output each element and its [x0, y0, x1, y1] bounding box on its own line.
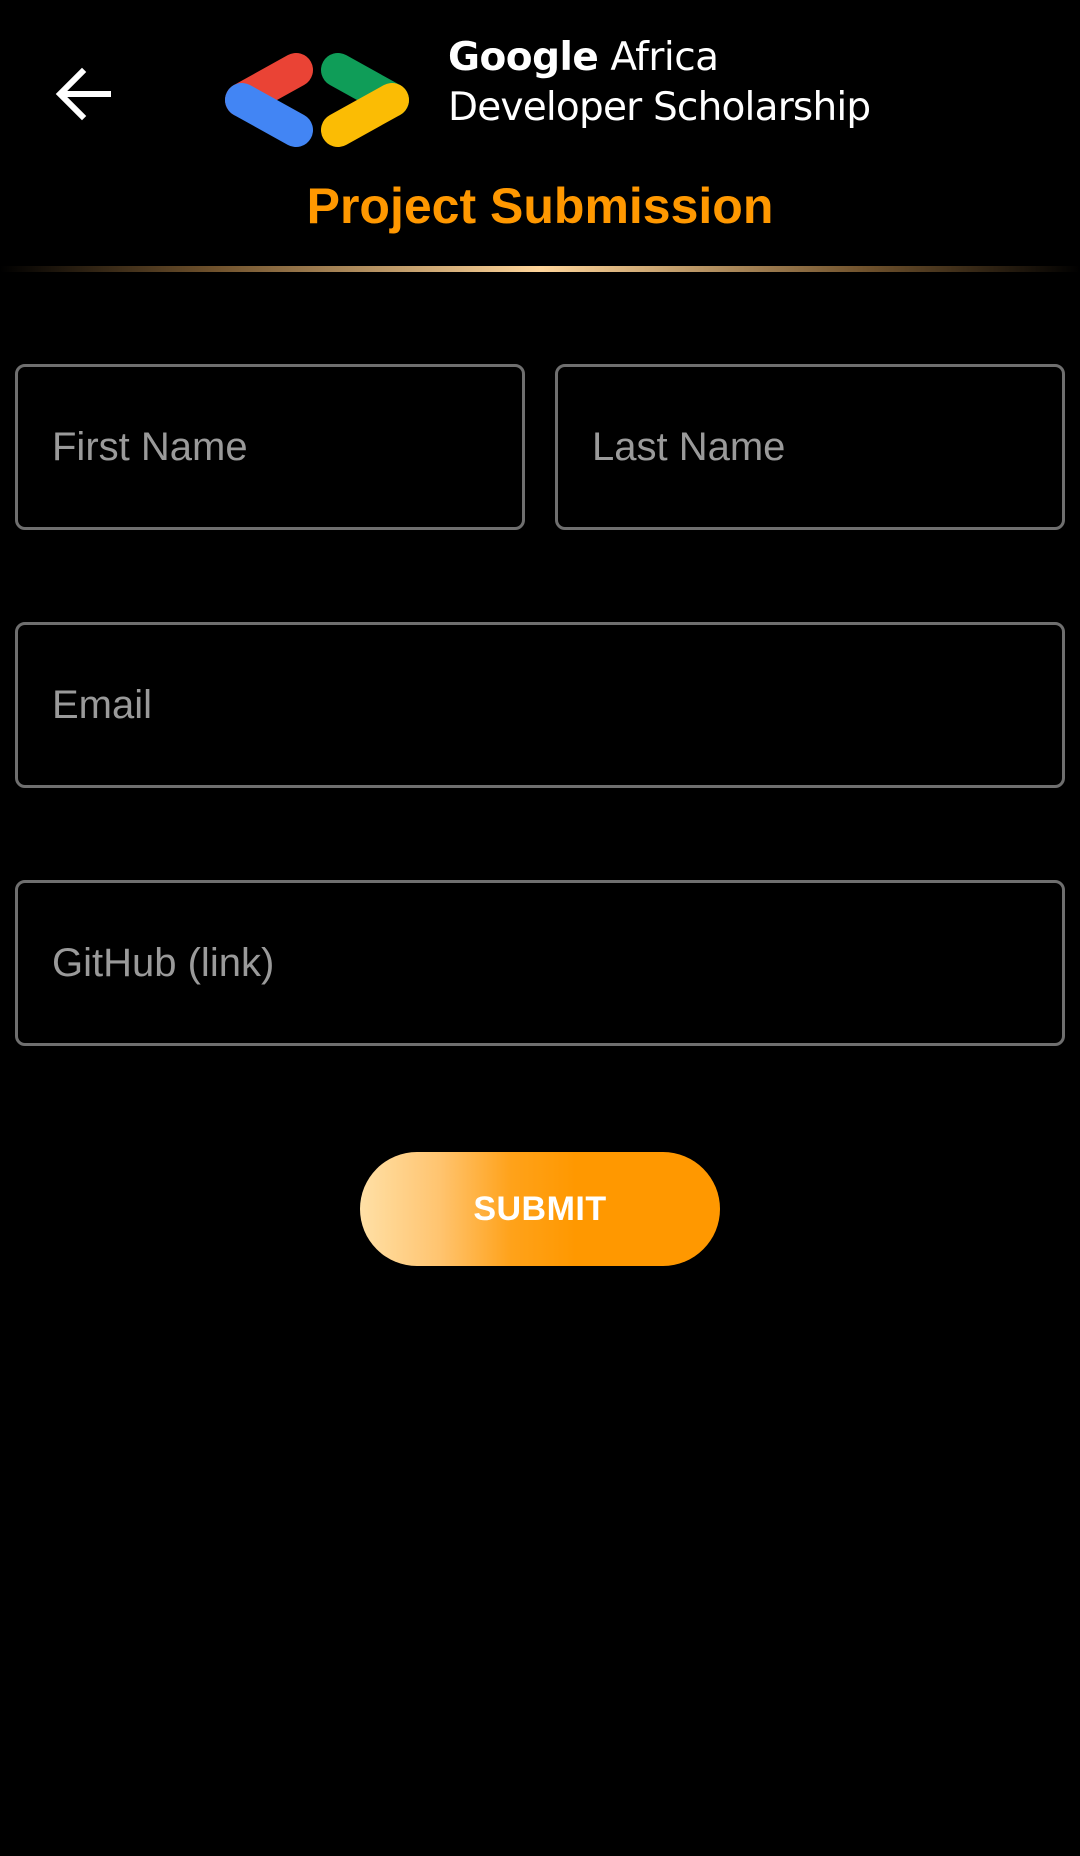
- header-divider: [0, 266, 1080, 272]
- logo-line-1: Google Africa: [448, 38, 868, 84]
- program-logo-text: Google Africa Developer Scholarship: [448, 38, 871, 134]
- last-name-input[interactable]: [558, 367, 1062, 527]
- back-button[interactable]: [48, 58, 120, 130]
- first-name-field: [15, 364, 525, 530]
- page-title: Project Submission: [306, 178, 774, 234]
- logo-line-2: Developer Scholarship: [448, 85, 871, 130]
- logo-region: Africa: [610, 35, 719, 80]
- submit-button[interactable]: SUBMIT: [360, 1152, 720, 1266]
- last-name-field: [555, 364, 1065, 530]
- app-header: Google Africa Developer Scholarship Proje…: [0, 0, 1080, 280]
- github-link-input[interactable]: [18, 883, 1062, 1043]
- developers-logo-icon: [222, 52, 412, 148]
- github-field: [15, 880, 1065, 1046]
- email-input[interactable]: [18, 625, 1062, 785]
- email-field: [15, 622, 1065, 788]
- logo-brand: Google: [448, 35, 599, 80]
- arrow-left-icon: [55, 67, 111, 121]
- first-name-input[interactable]: [18, 367, 522, 527]
